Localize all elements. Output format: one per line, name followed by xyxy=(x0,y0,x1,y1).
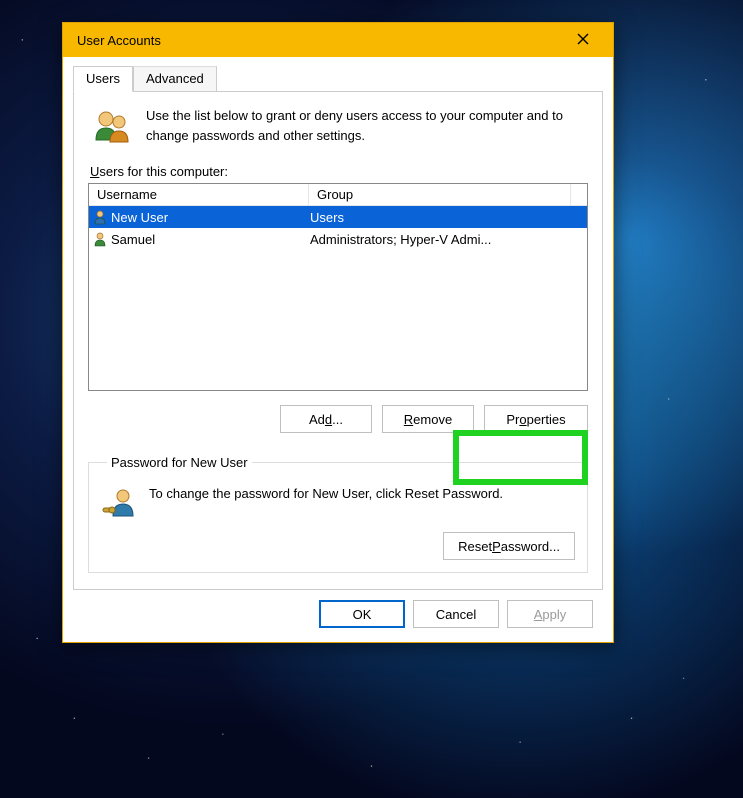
key-user-icon xyxy=(101,484,137,520)
window-title: User Accounts xyxy=(77,33,561,48)
table-row[interactable]: Samuel Administrators; Hyper-V Admi... xyxy=(89,228,587,250)
tab-panel-users: Use the list below to grant or deny user… xyxy=(73,91,603,590)
close-button[interactable] xyxy=(561,26,605,54)
cell-group: Administrators; Hyper-V Admi... xyxy=(309,232,587,247)
cell-username: Samuel xyxy=(89,231,309,247)
reset-password-button[interactable]: Reset Password... xyxy=(443,532,575,560)
username-text: New User xyxy=(111,210,168,225)
user-icon xyxy=(92,209,108,225)
cell-group: Users xyxy=(309,210,587,225)
titlebar[interactable]: User Accounts xyxy=(63,23,613,57)
column-spacer xyxy=(571,184,587,205)
properties-button[interactable]: Properties xyxy=(484,405,588,433)
tab-advanced[interactable]: Advanced xyxy=(133,66,217,92)
tab-users[interactable]: Users xyxy=(73,66,133,92)
column-header-username[interactable]: Username xyxy=(89,184,309,205)
user-icon xyxy=(92,231,108,247)
username-text: Samuel xyxy=(111,232,155,247)
column-header-group[interactable]: Group xyxy=(309,184,571,205)
tab-strip: Users Advanced xyxy=(73,66,603,92)
users-icon xyxy=(92,106,132,146)
users-list-label: Users for this computer: xyxy=(90,164,588,179)
add-button[interactable]: Add... xyxy=(280,405,372,433)
intro-text: Use the list below to grant or deny user… xyxy=(146,106,584,146)
apply-button[interactable]: Apply xyxy=(507,600,593,628)
ok-button[interactable]: OK xyxy=(319,600,405,628)
remove-button[interactable]: Remove xyxy=(382,405,474,433)
password-group-legend: Password for New User xyxy=(107,455,252,470)
user-accounts-dialog: User Accounts Users Advanced xyxy=(62,22,614,643)
close-icon xyxy=(577,33,589,48)
password-group: Password for New User To change the pass… xyxy=(88,455,588,573)
listview-headers: Username Group xyxy=(89,184,587,206)
password-help-text: To change the password for New User, cli… xyxy=(149,484,503,504)
cancel-button[interactable]: Cancel xyxy=(413,600,499,628)
users-listview[interactable]: Username Group New User Users Samuel Admini… xyxy=(88,183,588,391)
cell-username: New User xyxy=(89,209,309,225)
table-row[interactable]: New User Users xyxy=(89,206,587,228)
